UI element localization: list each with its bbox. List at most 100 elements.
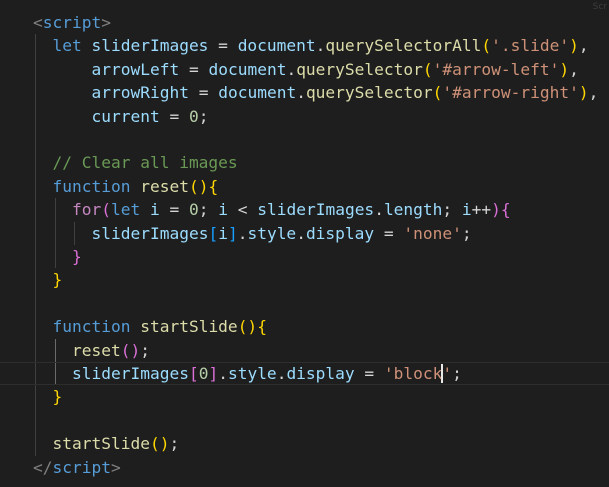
code-token: i (218, 223, 228, 243)
code-line-text: function startSlide(){ (53, 315, 267, 338)
code-token: sliderImages (257, 200, 375, 220)
code-line-text: } (53, 268, 63, 291)
code-token: = (159, 106, 189, 126)
code-line-text: } (72, 245, 82, 268)
code-token: ( (432, 83, 443, 103)
code-token: , (588, 83, 599, 103)
code-token: = (159, 200, 189, 220)
code-line[interactable]: let sliderImages = document.querySelecto… (0, 34, 609, 57)
code-line[interactable]: // Clear all images (0, 151, 609, 174)
code-line-text: </script> (33, 456, 121, 479)
code-token: , (578, 36, 589, 56)
code-token: style (247, 223, 297, 243)
code-token: for (72, 200, 102, 220)
code-line-text: startSlide(); (53, 432, 180, 455)
code-line-text: sliderImages[i].style.display = 'none'; (92, 222, 472, 245)
code-token: < (33, 13, 43, 32)
code-token: = (208, 36, 238, 56)
code-token: ( (481, 36, 492, 56)
code-token: [ (188, 364, 199, 383)
code-token: ; (452, 364, 462, 383)
code-token: i (461, 200, 472, 220)
code-line[interactable]: } (0, 245, 609, 268)
code-token: document (237, 36, 316, 56)
code-token: () (188, 176, 209, 196)
code-line-text: sliderImages[0].style.display = 'block'; (72, 362, 462, 385)
code-line-text: current = 0; (92, 105, 209, 128)
code-token: '#arrow-left' (432, 59, 560, 79)
code-token: script (42, 13, 102, 32)
code-line-text: } (53, 385, 63, 408)
code-line[interactable]: function reset(){ (0, 175, 609, 198)
code-line[interactable] (0, 292, 609, 315)
code-token: querySelectorAll (325, 36, 482, 56)
code-token: ( (101, 200, 111, 220)
code-token: startSlide (52, 434, 150, 454)
code-line[interactable] (0, 409, 609, 432)
code-line[interactable]: current = 0; (0, 105, 609, 128)
code-token: { (257, 317, 267, 337)
code-line[interactable]: } (0, 385, 609, 408)
code-token: > (110, 457, 121, 477)
code-token: { (208, 176, 219, 196)
code-token: function (52, 317, 141, 337)
code-token: document (218, 83, 297, 103)
code-token: . (315, 36, 326, 56)
code-token: document (208, 59, 287, 79)
code-line[interactable]: for(let i = 0; i < sliderImages.length; … (0, 198, 609, 221)
code-line-text: reset(); (72, 339, 150, 362)
code-line-text: arrowRight = document.querySelector('#ar… (92, 81, 599, 104)
code-line[interactable]: } (0, 268, 609, 291)
code-line[interactable]: startSlide(); (0, 432, 609, 455)
code-line-text: // Clear all images (53, 151, 238, 174)
code-token: . (276, 364, 287, 383)
code-token: . (286, 59, 297, 79)
code-token: reset (72, 340, 121, 360)
code-token: = (179, 59, 209, 79)
code-line[interactable]: function startSlide(){ (0, 315, 609, 338)
code-token: 'block (383, 364, 443, 383)
code-token: { (500, 200, 511, 220)
code-token: arrowRight (91, 83, 189, 103)
code-line[interactable]: reset(); (0, 339, 609, 362)
code-token: ; (198, 106, 209, 126)
code-token: ) (559, 59, 570, 79)
code-token: } (72, 247, 82, 266)
code-token: ( (422, 59, 433, 79)
code-token: 0 (198, 364, 209, 383)
code-token: ; (461, 223, 472, 243)
code-token: ++ (471, 200, 492, 220)
code-token: </ (33, 457, 53, 477)
code-token: querySelector (296, 59, 423, 79)
code-token: 0 (188, 106, 199, 126)
code-token: style (227, 364, 277, 383)
code-token: = (188, 83, 219, 103)
code-token: = (374, 223, 404, 243)
code-token: () (149, 434, 170, 454)
code-token: . (218, 364, 228, 383)
code-line-text: arrowLeft = document.querySelector('#arr… (92, 58, 579, 81)
code-line[interactable]: </script> (0, 456, 609, 479)
code-token: ; (140, 340, 150, 360)
code-token: ; (442, 200, 462, 220)
code-token: current (91, 106, 160, 126)
code-editor[interactable]: Scr <script> let sliderImages = document.… (0, 0, 609, 487)
code-token: ) (578, 83, 589, 103)
code-token: . (296, 83, 306, 103)
code-line[interactable]: <script> (0, 11, 609, 34)
code-token: // Clear all images (52, 153, 238, 173)
code-line-text: <script> (33, 11, 111, 34)
code-token: display (286, 364, 355, 383)
code-token: , (569, 59, 579, 79)
code-token: startSlide (140, 317, 238, 337)
code-line[interactable]: arrowLeft = document.querySelector('#arr… (0, 58, 609, 81)
code-line[interactable]: arrowRight = document.querySelector('#ar… (0, 81, 609, 104)
code-line-text: for(let i = 0; i < sliderImages.length; … (72, 198, 511, 221)
code-token: length (383, 200, 443, 220)
code-token: display (305, 223, 375, 243)
code-line[interactable]: sliderImages[0].style.display = 'block'; (0, 362, 609, 386)
code-token: let (52, 36, 92, 56)
code-line[interactable] (0, 128, 609, 151)
code-line[interactable]: sliderImages[i].style.display = 'none'; (0, 222, 609, 245)
code-token: arrowLeft (91, 59, 180, 79)
